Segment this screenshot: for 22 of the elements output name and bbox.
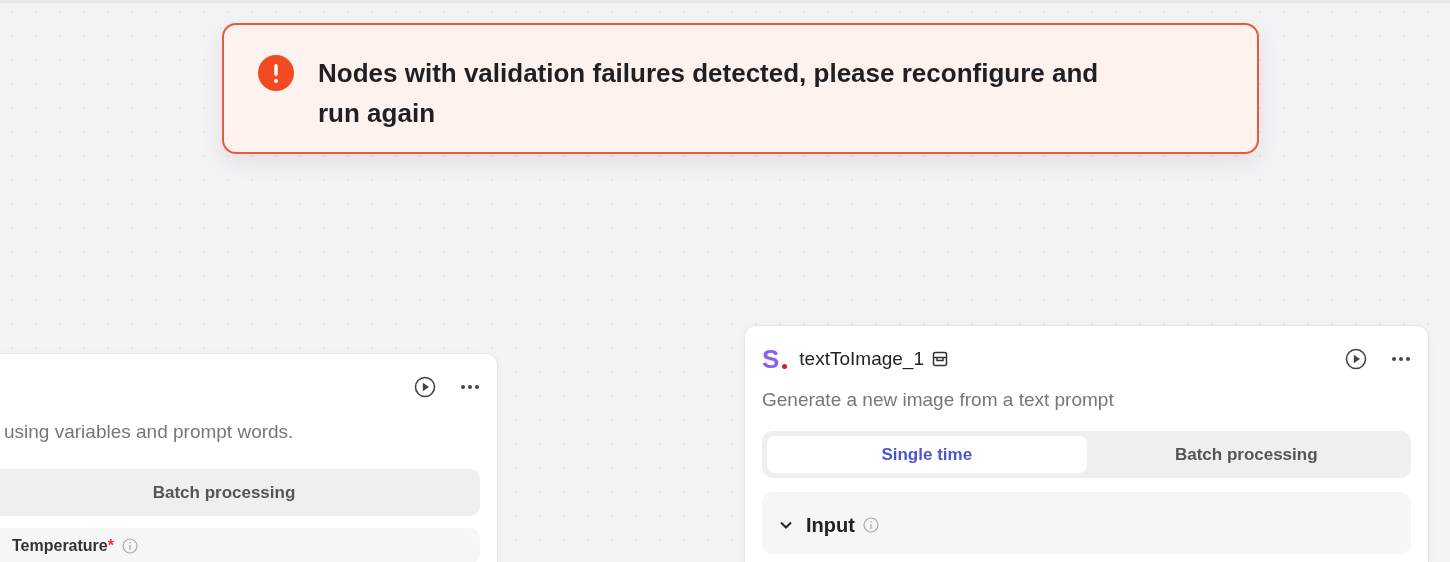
run-button[interactable] [1345, 348, 1367, 370]
info-icon [121, 538, 138, 554]
field-label: Temperature* [12, 536, 114, 556]
box-icon [932, 351, 948, 367]
more-icon [1391, 356, 1411, 362]
info-icon [862, 517, 879, 533]
run-button[interactable] [414, 376, 436, 398]
more-icon [460, 384, 480, 390]
play-icon [1345, 348, 1367, 370]
play-icon [414, 376, 436, 398]
more-button[interactable] [1391, 356, 1411, 362]
logo: S [762, 346, 788, 372]
mode-tab[interactable]: Single time [767, 435, 1087, 473]
error-icon [258, 55, 294, 91]
section-label: Input [806, 513, 855, 538]
node-description: Generate a new image from a text prompt [762, 388, 1115, 412]
node-description: using variables and prompt words. [3, 420, 295, 444]
toast-message: Nodes with validation failures detected, please reconfigure and run again [318, 57, 1100, 130]
mode-tab[interactable]: Batch processing [1086, 435, 1406, 473]
more-button[interactable] [460, 384, 480, 390]
node-title: textToImage_1 [799, 346, 924, 372]
mode-tab[interactable]: Batch processing [0, 473, 475, 511]
